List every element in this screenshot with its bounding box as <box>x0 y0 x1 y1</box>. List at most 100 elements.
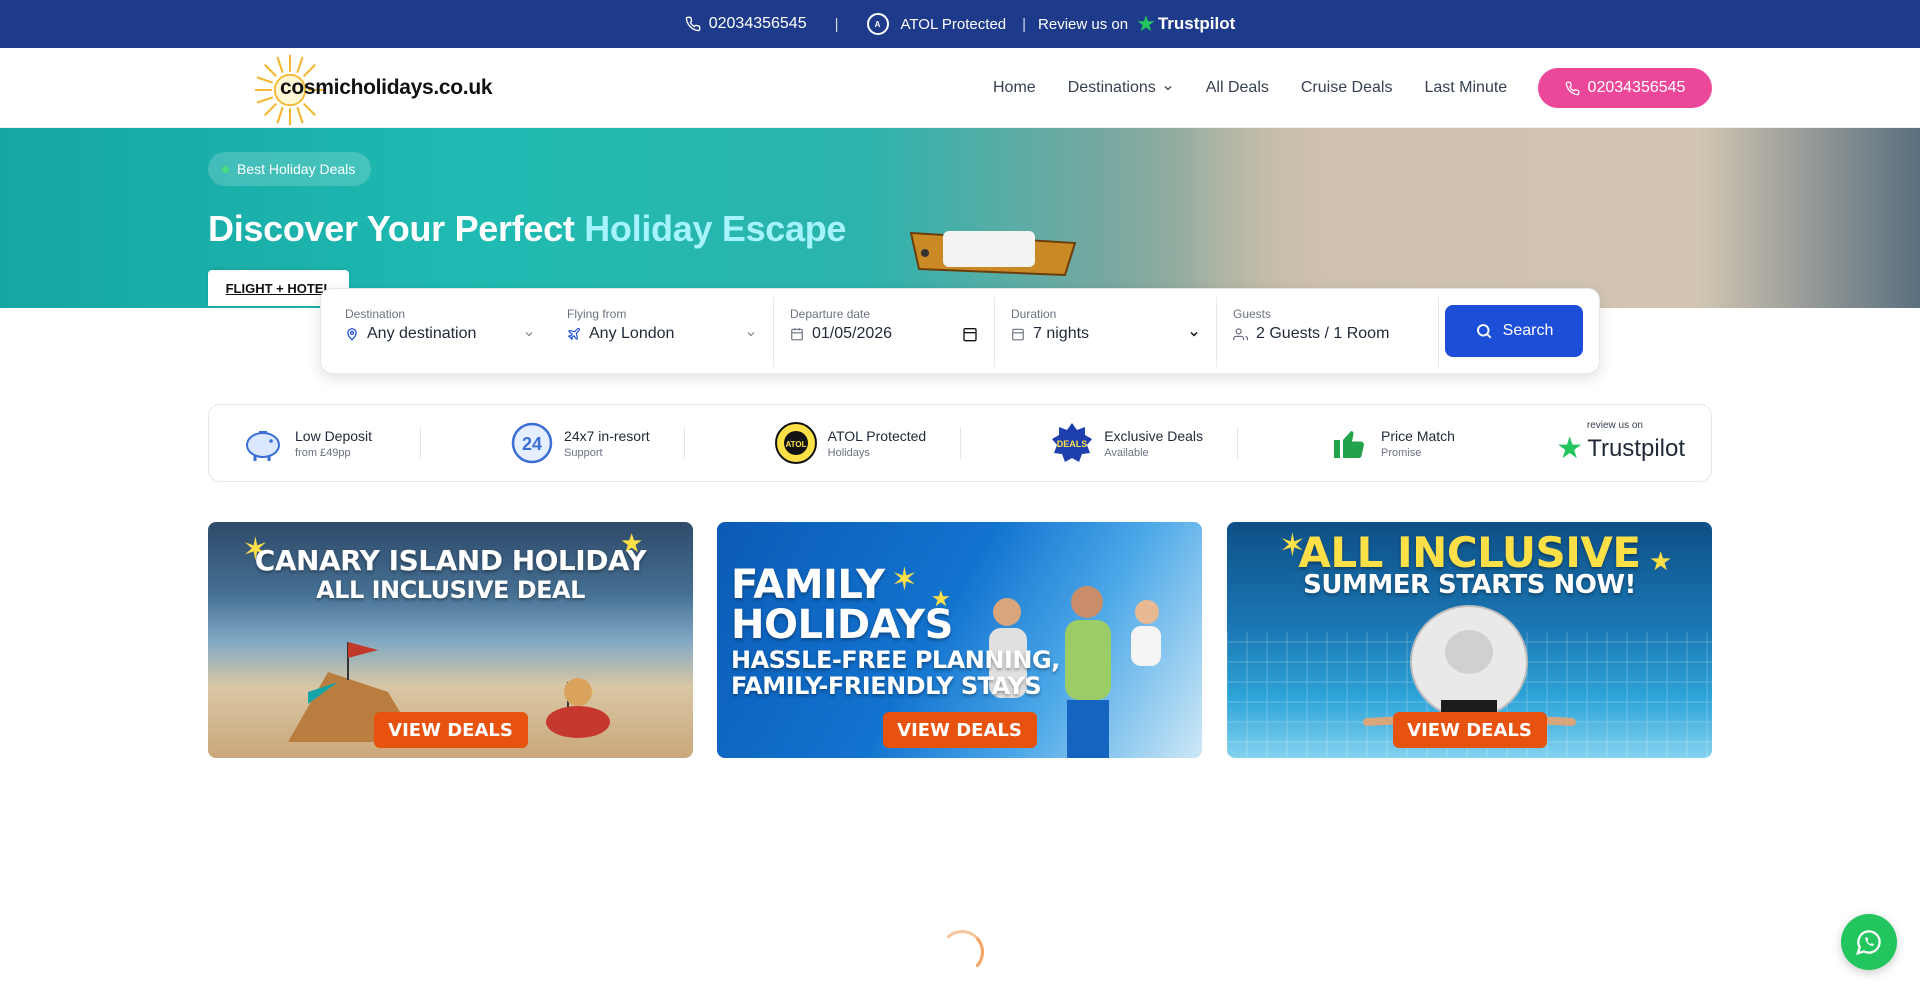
whatsapp-button[interactable] <box>1841 914 1897 970</box>
feature-title: Low Deposit <box>295 427 373 444</box>
destination-value: Any destination <box>367 325 477 342</box>
search-button[interactable]: Search <box>1445 305 1583 357</box>
feature-support: 24 24x7 in-resort Support <box>420 419 684 467</box>
call-button-label: 02034356545 <box>1587 79 1686 96</box>
destination-select[interactable]: Destination Any destination <box>329 297 551 367</box>
trustpilot-wordmark: Trustpilot <box>1157 14 1236 33</box>
24-support-icon: 24 <box>510 421 554 465</box>
svg-text:24: 24 <box>522 434 542 454</box>
feature-subtitle: from £49pp <box>295 446 351 459</box>
topbar-atol: A ATOL Protected <box>866 13 1007 35</box>
trustpilot-star-icon: ★ <box>1136 11 1156 36</box>
topbar-atol-label: ATOL Protected <box>900 15 1007 33</box>
card-subheadline-2: FAMILY-FRIENDLY STAYS <box>731 672 1042 700</box>
hero-badge: Best Holiday Deals <box>208 152 372 186</box>
badge-dot-icon <box>222 165 229 173</box>
duration-select[interactable]: Duration 7 nights <box>995 297 1217 367</box>
departure-date-field[interactable]: Departure date 01/05/2026 <box>773 297 995 367</box>
nav-home[interactable]: Home <box>993 79 1036 97</box>
piggy-bank-icon <box>241 421 285 465</box>
guests-value: 2 Guests / 1 Room <box>1256 325 1390 342</box>
hero-title-highlight: Holiday Escape <box>584 208 847 249</box>
nav-last-minute[interactable]: Last Minute <box>1424 79 1507 97</box>
calendar-icon <box>791 328 803 341</box>
deal-card-family[interactable]: ✶ ★ FAMILY HOLIDAYS HASSLE-FREE PLANNING… <box>717 522 1202 758</box>
chevron-down-icon <box>1164 86 1172 91</box>
duration-label: Duration <box>1011 307 1057 321</box>
loading-spinner <box>940 930 984 974</box>
atol-icon: A <box>866 13 889 35</box>
feature-title: Exclusive Deals <box>1104 427 1204 444</box>
guests-field[interactable]: Guests 2 Guests / 1 Room <box>1217 297 1439 367</box>
search-panel: Destination Any destination Flying from … <box>320 288 1600 374</box>
topbar-trustpilot-link[interactable]: Review us on ★ Trustpilot <box>1038 13 1235 35</box>
phone-icon <box>685 16 701 32</box>
feature-atol: ATOL ATOL Protected Holidays <box>683 419 961 467</box>
guests-label: Guests <box>1233 307 1272 321</box>
card-subheadline: SUMMER STARTS NOW! <box>1303 570 1636 600</box>
chevron-down-icon <box>525 332 533 337</box>
site-logo[interactable]: cosmicholidays.co.uk <box>250 50 493 126</box>
svg-text:ATOL: ATOL <box>785 440 806 449</box>
feature-subtitle: Available <box>1104 446 1149 459</box>
map-pin-icon <box>347 328 357 341</box>
feature-title: 24x7 in-resort <box>564 427 650 444</box>
nav-all-deals[interactable]: All Deals <box>1206 79 1269 97</box>
departure-date-value: 01/05/2026 <box>812 325 893 342</box>
users-icon <box>1233 327 1248 340</box>
card-headline-2: HOLIDAYS <box>731 602 953 648</box>
trustpilot-star-icon: ★ <box>1556 432 1584 465</box>
trustpilot-review-block[interactable]: review us on ★ Trustpilot <box>1556 420 1711 466</box>
features-strip: Low Deposit from £49pp 24 24x7 in-resort… <box>208 404 1712 482</box>
hero-title-main: Discover Your Perfect <box>208 208 585 249</box>
feature-title: Price Match <box>1381 427 1455 444</box>
destination-label: Destination <box>345 307 406 321</box>
feature-subtitle: Holidays <box>827 446 870 459</box>
feature-title: ATOL Protected <box>827 427 927 444</box>
review-prefix: Review us on <box>1038 15 1129 33</box>
trustpilot-brand: Trustpilot <box>1587 434 1685 462</box>
calendar-icon <box>1012 328 1024 341</box>
logo-text: cosmicholidays.co.uk <box>280 76 493 99</box>
departure-date-label: Departure date <box>790 307 871 321</box>
thumbs-up-icon <box>1327 421 1371 465</box>
nav-destinations[interactable]: Destinations <box>1068 79 1174 97</box>
site-header: cosmicholidays.co.uk Home Destinations A… <box>0 48 1920 128</box>
feature-subtitle: Promise <box>1381 446 1422 459</box>
hero-badge-label: Best Holiday Deals <box>237 161 356 177</box>
view-deals-button[interactable]: VIEW DEALS <box>1392 712 1547 748</box>
topbar-phone[interactable]: 02034356545 <box>685 15 807 33</box>
call-button[interactable]: 02034356545 <box>1538 68 1712 108</box>
divider: | <box>1022 15 1027 33</box>
duration-value: 7 nights <box>1033 325 1090 342</box>
deal-card-canary[interactable]: ✶ ★ CANARY ISLAND HOLIDAY ALL INCLUSIVE … <box>208 522 693 758</box>
view-deals-button[interactable]: VIEW DEALS <box>373 712 528 748</box>
topbar-phone-number: 02034356545 <box>708 15 807 32</box>
main-nav: Home Destinations All Deals Cruise Deals… <box>993 48 1507 128</box>
feature-subtitle: Support <box>564 446 603 459</box>
flying-from-select[interactable]: Flying from Any London <box>551 297 773 367</box>
search-icon <box>1476 324 1492 339</box>
feature-price-match: Price Match Promise <box>1237 419 1489 467</box>
feature-exclusive: DEALS Exclusive Deals Available <box>960 419 1237 467</box>
plane-icon <box>567 328 580 341</box>
calendar-picker-icon[interactable] <box>962 326 978 342</box>
flying-from-value: Any London <box>589 325 675 342</box>
boat-image <box>909 231 1077 277</box>
flying-from-label: Flying from <box>567 307 627 321</box>
search-button-label: Search <box>1502 322 1554 339</box>
card-headline: CANARY ISLAND HOLIDAY <box>254 544 647 577</box>
phone-icon <box>1565 81 1579 95</box>
atol-icon: ATOL <box>774 421 818 465</box>
divider: | <box>834 15 839 33</box>
view-deals-button[interactable]: VIEW DEALS <box>882 712 1037 748</box>
feature-low-deposit: Low Deposit from £49pp <box>209 419 420 467</box>
top-bar: 02034356545 | A ATOL Protected | Review … <box>0 0 1920 48</box>
whatsapp-icon <box>1855 930 1881 955</box>
chevron-down-icon <box>1190 331 1198 337</box>
hero-beach-image <box>1180 128 1920 308</box>
chevron-down-icon <box>747 332 755 337</box>
deal-card-all-inclusive[interactable]: ✶ ★ ALL INCLUSIVE SUMMER STARTS NOW! VIE… <box>1227 522 1712 758</box>
nav-cruise-deals[interactable]: Cruise Deals <box>1301 79 1393 97</box>
trustpilot-review-small: review us on <box>1586 420 1643 431</box>
